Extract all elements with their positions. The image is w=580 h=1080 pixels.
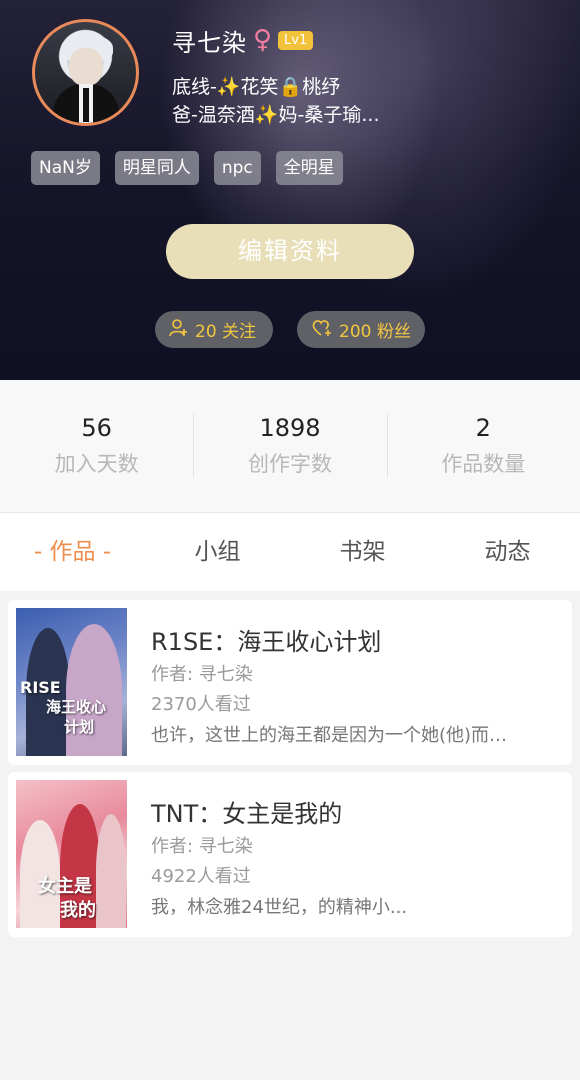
- avatar-tie: [83, 88, 89, 122]
- sparkle-icon: ✨: [216, 76, 241, 98]
- tag-all-stars[interactable]: 全明星: [275, 151, 343, 185]
- work-author: 作者: 寻七染: [151, 664, 253, 685]
- bio-line-2: 爸-温奈酒✨妈-桑子瑜...: [172, 100, 552, 127]
- stat-works-count: 2 作品数量: [386, 410, 580, 482]
- work-views: 2370人看过: [151, 694, 251, 715]
- stat-value: 1898: [259, 414, 321, 442]
- stat-value: 56: [81, 414, 112, 442]
- fans-button[interactable]: 200 粉丝: [297, 311, 425, 348]
- tab-groups[interactable]: 小组: [145, 513, 290, 591]
- bio-text: 妈-桑子瑜...: [278, 104, 380, 126]
- bio-text: 桃纾: [302, 76, 341, 98]
- avatar-face: [69, 48, 103, 86]
- bio-line-1: 底线-✨花笑🔒桃纾: [172, 72, 552, 99]
- user-plus-icon: [169, 318, 189, 342]
- stat-label: 创作字数: [247, 452, 332, 476]
- avatar[interactable]: [32, 19, 139, 126]
- tab-bar: - 作品 - 小组 书架 动态: [0, 513, 580, 591]
- stat-value: 2: [475, 414, 491, 442]
- work-cover-image[interactable]: 女主是 我的: [16, 780, 127, 928]
- lock-icon: 🔒: [278, 76, 303, 98]
- work-title[interactable]: R1SE：海王收心计划: [151, 622, 381, 657]
- bio-text: 花笑: [240, 76, 279, 98]
- cover-title-text: 我的: [60, 900, 96, 921]
- works-list: RISE 海王收心 计划 R1SE：海王收心计划 作者: 寻七染 2370人看过…: [0, 591, 580, 1080]
- tab-activity[interactable]: 动态: [435, 513, 580, 591]
- tab-bookshelf[interactable]: 书架: [290, 513, 435, 591]
- work-card[interactable]: RISE 海王收心 计划 R1SE：海王收心计划 作者: 寻七染 2370人看过…: [8, 600, 572, 765]
- female-icon: ♀: [253, 25, 273, 55]
- tab-works[interactable]: - 作品 -: [0, 513, 145, 591]
- cover-title-text: 女主是: [38, 876, 92, 897]
- bio-text: 底线-: [172, 76, 217, 98]
- name-row: 寻七染 ♀ Lv1: [172, 22, 314, 58]
- stat-join-days: 56 加入天数: [0, 410, 193, 482]
- work-views: 4922人看过: [151, 866, 251, 887]
- cover-title-text: RISE: [20, 678, 61, 697]
- work-author: 作者: 寻七染: [151, 836, 253, 857]
- edit-profile-button[interactable]: 编辑资料: [166, 224, 414, 279]
- tag-list: NaN岁 明星同人 npc 全明星: [31, 151, 343, 185]
- work-card[interactable]: 女主是 我的 TNT：女主是我的 作者: 寻七染 4922人看过 我，林念雅24…: [8, 772, 572, 937]
- tag-npc[interactable]: npc: [213, 151, 261, 185]
- cover-title-text: 计划: [64, 718, 95, 736]
- tag-age[interactable]: NaN岁: [31, 151, 100, 185]
- cover-figure: [96, 814, 126, 928]
- sparkle-icon: ✨: [254, 104, 279, 126]
- work-description: 我，林念雅24世纪，的精神小...: [151, 897, 408, 918]
- cover-title-text: 海王收心: [46, 698, 107, 716]
- work-title[interactable]: TNT：女主是我的: [151, 794, 342, 829]
- stats-bar: 56 加入天数 1898 创作字数 2 作品数量: [0, 380, 580, 512]
- bio-text: 爸-温奈酒: [172, 104, 255, 126]
- tag-category[interactable]: 明星同人: [114, 151, 199, 185]
- user-name: 寻七染: [172, 28, 247, 57]
- fans-count: 200 粉丝: [339, 322, 411, 342]
- profile-header: 寻七染 ♀ Lv1 底线-✨花笑🔒桃纾 爸-温奈酒✨妈-桑子瑜... NaN岁 …: [0, 0, 580, 380]
- following-count: 20 关注: [195, 322, 257, 342]
- stat-label: 加入天数: [54, 452, 139, 476]
- work-cover-image[interactable]: RISE 海王收心 计划: [16, 608, 127, 756]
- stat-label: 作品数量: [441, 452, 526, 476]
- following-button[interactable]: 20 关注: [155, 311, 273, 348]
- level-badge: Lv1: [278, 30, 314, 50]
- work-description: 也许，这世上的海王都是因为一个她(他)而…: [151, 725, 508, 746]
- heart-plus-icon: [311, 318, 333, 342]
- stat-word-count: 1898 创作字数: [193, 410, 386, 482]
